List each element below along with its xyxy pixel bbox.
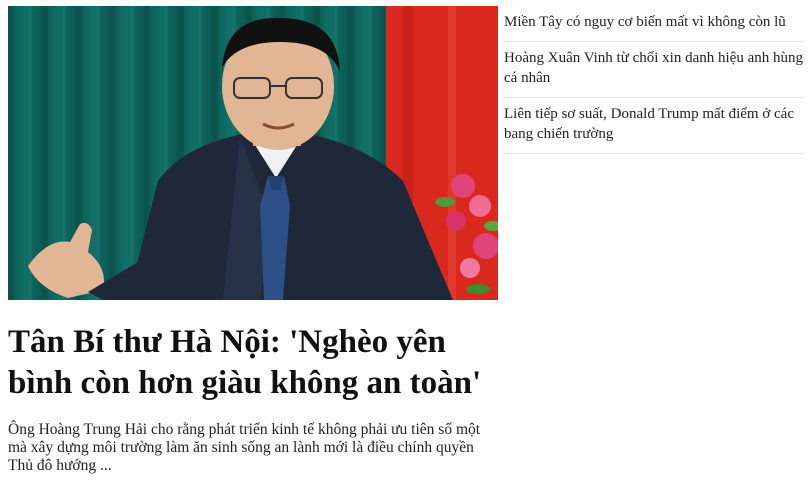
list-item: Hoàng Xuân Vinh từ chối xin danh hiệu an… — [504, 42, 804, 98]
related-story-link[interactable]: Liên tiếp sơ suất, Donald Trump mất điểm… — [504, 104, 804, 144]
list-item: Liên tiếp sơ suất, Donald Trump mất điểm… — [504, 98, 804, 154]
lead-article-summary: Ông Hoàng Trung Hải cho rằng phát triển … — [8, 421, 481, 474]
related-story-link[interactable]: Miền Tây có nguy cơ biến mất vì không cò… — [504, 12, 804, 32]
lead-article-headline[interactable]: Tân Bí thư Hà Nội: 'Nghèo yên bình còn h… — [8, 322, 498, 404]
related-story-link[interactable]: Hoàng Xuân Vinh từ chối xin danh hiệu an… — [504, 48, 804, 88]
list-item: Miền Tây có nguy cơ biến mất vì không cò… — [504, 6, 804, 42]
related-stories-list: Miền Tây có nguy cơ biến mất vì không cò… — [504, 6, 804, 154]
lead-article-photo[interactable] — [8, 6, 498, 300]
